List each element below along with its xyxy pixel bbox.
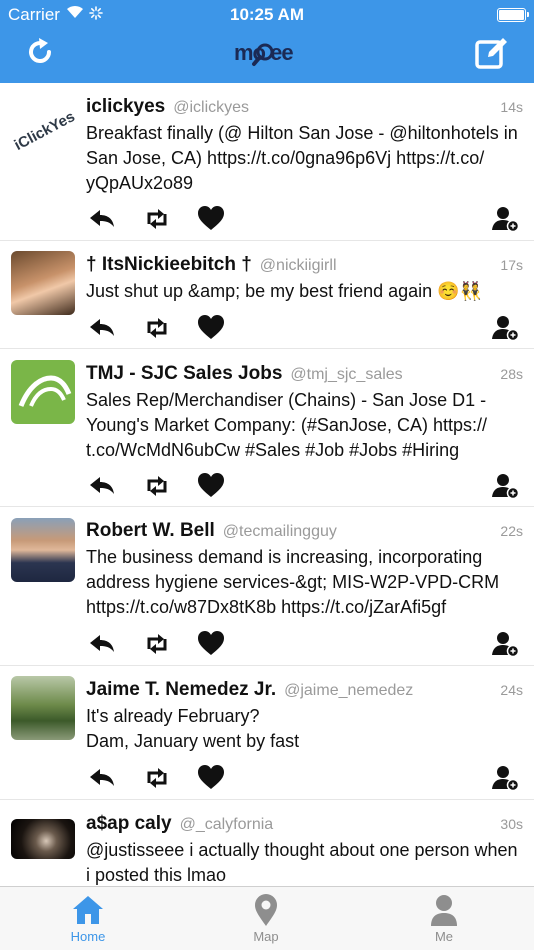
tweet-timestamp: 28s xyxy=(500,366,523,382)
clock: 10:25 AM xyxy=(229,5,304,24)
avatar[interactable] xyxy=(11,518,75,582)
heart-icon[interactable] xyxy=(197,314,225,342)
tweet-author[interactable]: iclickyes @iclickyes xyxy=(86,96,249,118)
author-name: iclickyes xyxy=(86,96,166,117)
reply-icon[interactable] xyxy=(88,314,116,342)
follow-user-icon[interactable] xyxy=(492,630,520,658)
refresh-icon[interactable] xyxy=(25,37,55,67)
tab-map[interactable]: Map xyxy=(216,893,316,944)
retweet-icon[interactable] xyxy=(143,314,171,342)
author-name: Robert W. Bell xyxy=(86,520,215,541)
tweet-timestamp: 30s xyxy=(500,816,523,832)
tweet-feed[interactable]: iClickYes iclickyes @iclickyes 14s Breakf… xyxy=(0,83,534,886)
tweet-text: The business demand is increasing, incor… xyxy=(86,547,500,617)
magnifier-logo-icon xyxy=(252,43,274,66)
avatar[interactable] xyxy=(11,819,75,859)
retweet-icon[interactable] xyxy=(143,472,171,500)
compose-icon[interactable] xyxy=(474,35,510,71)
heart-icon[interactable] xyxy=(197,205,225,233)
user-profile-icon xyxy=(431,895,457,926)
retweet-icon[interactable] xyxy=(143,630,171,658)
tweet-item[interactable]: TMJ - SJC Sales Jobs @tmj_sjc_sales 28s S… xyxy=(0,349,534,507)
tab-me[interactable]: Me xyxy=(394,893,494,944)
tab-label: Home xyxy=(70,929,106,944)
status-bar: Carrier 10:25 AM xyxy=(0,0,534,28)
tab-home[interactable]: Home xyxy=(38,893,138,944)
tweet-text: Breakfast finally (@ Hilton San Jose - @… xyxy=(86,123,518,193)
reply-icon[interactable] xyxy=(88,630,116,658)
tweet-author[interactable]: TMJ - SJC Sales Jobs @tmj_sjc_sales xyxy=(86,363,403,385)
tweet-actions xyxy=(86,764,526,792)
tweet-timestamp: 22s xyxy=(500,523,523,539)
tweet-author[interactable]: † ItsNickieebitch † @nickiigirll xyxy=(86,254,337,276)
tweet-item[interactable]: † ItsNickieebitch † @nickiigirll 17s Just… xyxy=(0,241,534,349)
avatar[interactable] xyxy=(11,676,75,740)
tweet-text: It's already February? Dam, January went… xyxy=(86,706,300,751)
author-handle: @_calyfornia xyxy=(179,816,274,833)
tweet-text: Sales Rep/Merchandiser (Chains) - San Jo… xyxy=(86,390,487,460)
tweet-text: @justisseee i actually thought about one… xyxy=(86,840,518,885)
navigation-bar: Carrier 10:25 AM mo ee xyxy=(0,0,534,83)
tweet-author[interactable]: Jaime T. Nemedez Jr. @jaime_nemedez xyxy=(86,679,413,701)
author-handle: @iclickyes xyxy=(173,99,250,116)
author-name: † ItsNickieebitch † xyxy=(86,254,252,275)
tweet-timestamp: 24s xyxy=(500,682,523,698)
tweet-item[interactable]: iClickYes iclickyes @iclickyes 14s Breakf… xyxy=(0,83,534,241)
author-name: Jaime T. Nemedez Jr. xyxy=(86,679,277,700)
tweet-item[interactable]: Robert W. Bell @tecmailingguy 22s The bus… xyxy=(0,507,534,666)
svg-text:iClickYes: iClickYes xyxy=(12,108,75,154)
follow-user-icon[interactable] xyxy=(492,472,520,500)
follow-user-icon[interactable] xyxy=(492,764,520,792)
reply-icon[interactable] xyxy=(88,205,116,233)
reply-icon[interactable] xyxy=(88,472,116,500)
retweet-icon[interactable] xyxy=(143,764,171,792)
tweet-text: Just shut up &amp; be my best friend aga… xyxy=(86,281,483,301)
home-icon xyxy=(73,896,103,924)
avatar[interactable] xyxy=(11,251,75,315)
tweet-timestamp: 14s xyxy=(500,99,523,115)
tweet-actions xyxy=(86,630,526,658)
tweet-author[interactable]: Robert W. Bell @tecmailingguy xyxy=(86,520,337,542)
tweet-item[interactable]: Jaime T. Nemedez Jr. @jaime_nemedez 24s I… xyxy=(0,666,534,800)
tweet-actions xyxy=(86,472,526,500)
tweet-timestamp: 17s xyxy=(500,257,523,273)
app-logo: mo ee xyxy=(234,38,300,72)
author-name: TMJ - SJC Sales Jobs xyxy=(86,363,283,384)
author-handle: @tmj_sjc_sales xyxy=(290,366,403,383)
tab-label: Map xyxy=(253,929,279,944)
avatar[interactable] xyxy=(11,360,75,424)
battery-icon xyxy=(497,8,529,22)
reply-icon[interactable] xyxy=(88,764,116,792)
author-name: a$ap caly xyxy=(86,813,172,834)
tweet-author[interactable]: a$ap caly @_calyfornia xyxy=(86,813,273,835)
author-handle: @nickiigirll xyxy=(259,257,337,274)
tweet-actions xyxy=(86,205,526,233)
heart-icon[interactable] xyxy=(197,764,225,792)
author-handle: @tecmailingguy xyxy=(222,523,337,540)
map-pin-icon xyxy=(255,894,277,926)
follow-user-icon[interactable] xyxy=(492,314,520,342)
heart-icon[interactable] xyxy=(197,472,225,500)
author-handle: @jaime_nemedez xyxy=(284,682,414,699)
retweet-icon[interactable] xyxy=(143,205,171,233)
avatar[interactable]: iClickYes xyxy=(11,96,75,160)
follow-user-icon[interactable] xyxy=(492,205,520,233)
tweet-actions xyxy=(86,314,526,342)
heart-icon[interactable] xyxy=(197,630,225,658)
tab-bar: Home Map Me xyxy=(0,886,534,950)
tweet-item[interactable]: a$ap caly @_calyfornia 30s @justisseee i … xyxy=(0,800,534,886)
tab-label: Me xyxy=(434,929,454,944)
